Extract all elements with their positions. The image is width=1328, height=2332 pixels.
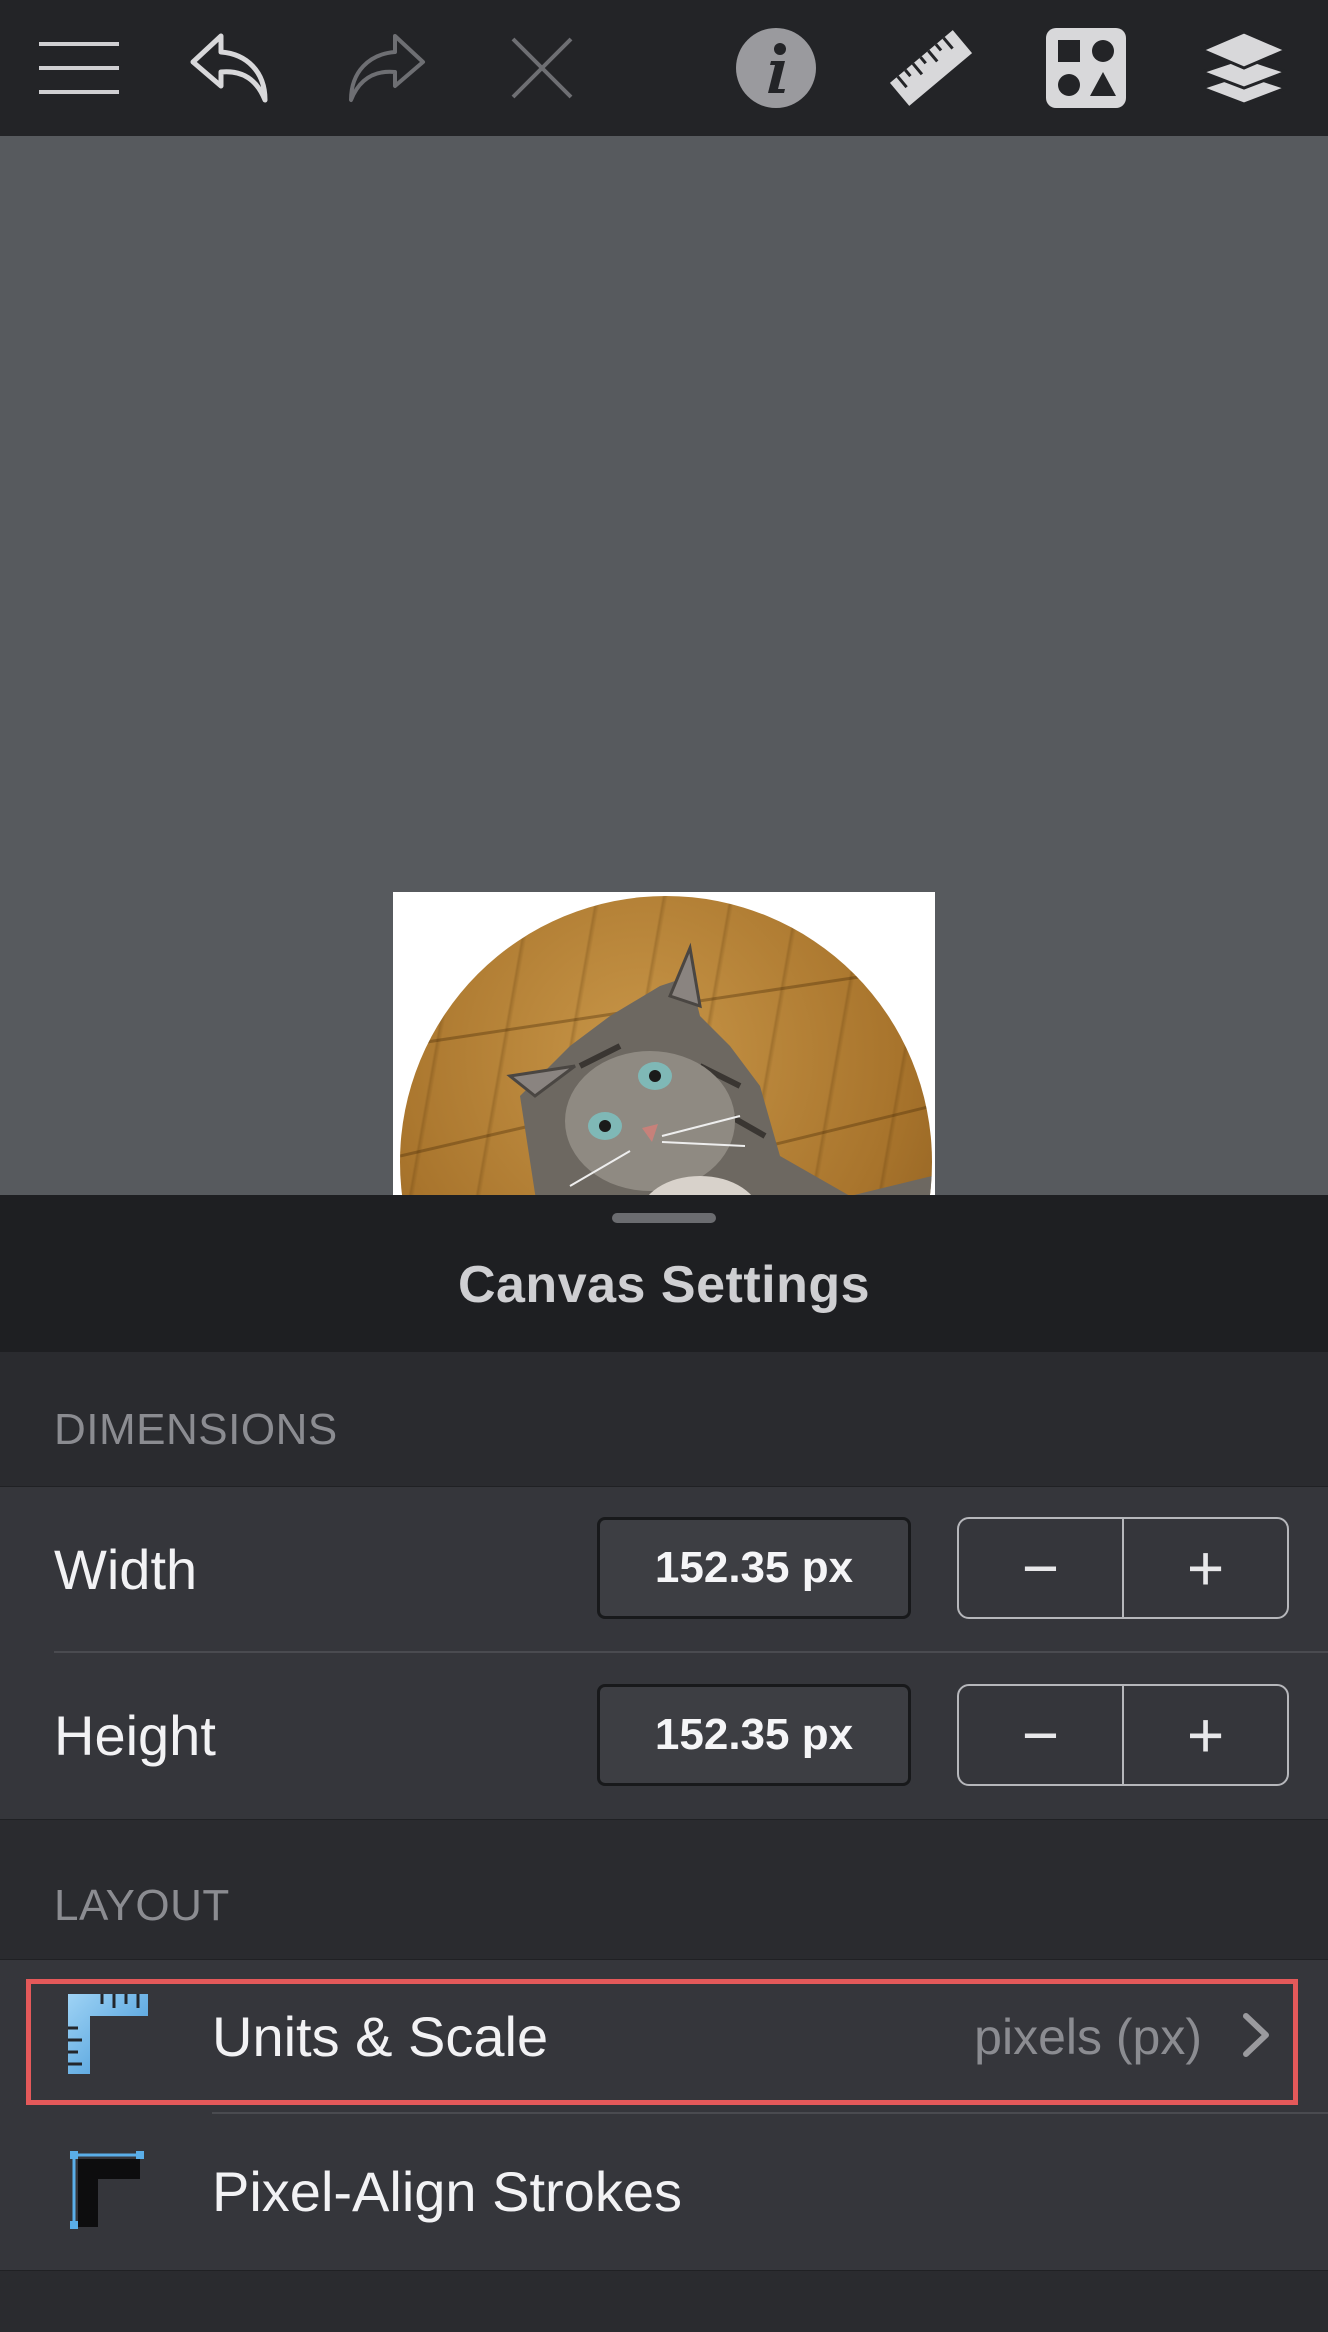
units-scale-label: Units & Scale bbox=[212, 2005, 549, 2068]
width-decrement-button[interactable]: − bbox=[959, 1519, 1122, 1617]
redo-icon bbox=[349, 34, 425, 102]
width-stepper: − + bbox=[957, 1517, 1289, 1619]
cat-photo-image bbox=[400, 896, 932, 1195]
sheet-title: Canvas Settings bbox=[457, 1256, 871, 1314]
shapes-library-icon bbox=[1046, 28, 1126, 108]
chevron-right-icon bbox=[1243, 2013, 1269, 2057]
layers-button[interactable] bbox=[1198, 0, 1290, 136]
height-decrement-button[interactable]: − bbox=[959, 1686, 1122, 1784]
layout-group: Units & Scale pixels (px) Pixel-Align St… bbox=[0, 1959, 1328, 2271]
ruler-icon bbox=[889, 30, 973, 106]
height-label: Height bbox=[54, 1704, 216, 1767]
section-label-dimensions: DIMENSIONS bbox=[54, 1405, 338, 1454]
width-increment-button[interactable]: + bbox=[1122, 1519, 1287, 1617]
section-label-layout: LAYOUT bbox=[54, 1881, 230, 1930]
sheet-header: Canvas Settings bbox=[0, 1195, 1328, 1352]
ruler-button[interactable] bbox=[886, 0, 976, 136]
ruler-corner-icon bbox=[68, 1994, 148, 2074]
undo-button[interactable] bbox=[180, 0, 280, 136]
info-icon bbox=[736, 28, 816, 108]
dimensions-group: Width 152.35 px − + Height 152.35 px − + bbox=[0, 1486, 1328, 1820]
row-divider bbox=[212, 2112, 1328, 2114]
units-scale-value: pixels (px) bbox=[974, 2009, 1202, 2065]
width-label: Width bbox=[54, 1538, 198, 1601]
height-value-field[interactable]: 152.35 px bbox=[597, 1684, 911, 1786]
units-scale-row[interactable]: Units & Scale pixels (px) bbox=[0, 1960, 1328, 2110]
sheet-grabber-handle[interactable] bbox=[612, 1213, 716, 1223]
artboard[interactable] bbox=[393, 892, 935, 1195]
pixel-align-strokes-label: Pixel-Align Strokes bbox=[212, 2160, 682, 2223]
height-stepper: − + bbox=[957, 1684, 1289, 1786]
height-increment-button[interactable]: + bbox=[1122, 1686, 1287, 1784]
toolbar bbox=[0, 0, 1328, 136]
pixel-align-icon bbox=[70, 2151, 144, 2229]
pixel-align-strokes-row[interactable]: Pixel-Align Strokes bbox=[0, 2115, 1328, 2265]
close-icon bbox=[511, 37, 573, 99]
info-button[interactable] bbox=[734, 0, 818, 136]
shapes-library-button[interactable] bbox=[1044, 0, 1128, 136]
canvas-settings-sheet: Canvas Settings DIMENSIONS Width 152.35 … bbox=[0, 1195, 1328, 2332]
width-value-field[interactable]: 152.35 px bbox=[597, 1517, 911, 1619]
menu-icon bbox=[39, 42, 119, 94]
canvas-area[interactable] bbox=[0, 136, 1328, 1195]
close-button[interactable] bbox=[500, 0, 584, 136]
undo-icon bbox=[190, 33, 268, 103]
row-divider bbox=[54, 1651, 1328, 1653]
redo-button[interactable] bbox=[336, 0, 436, 136]
layers-icon bbox=[1200, 30, 1288, 106]
menu-button[interactable] bbox=[30, 0, 130, 136]
